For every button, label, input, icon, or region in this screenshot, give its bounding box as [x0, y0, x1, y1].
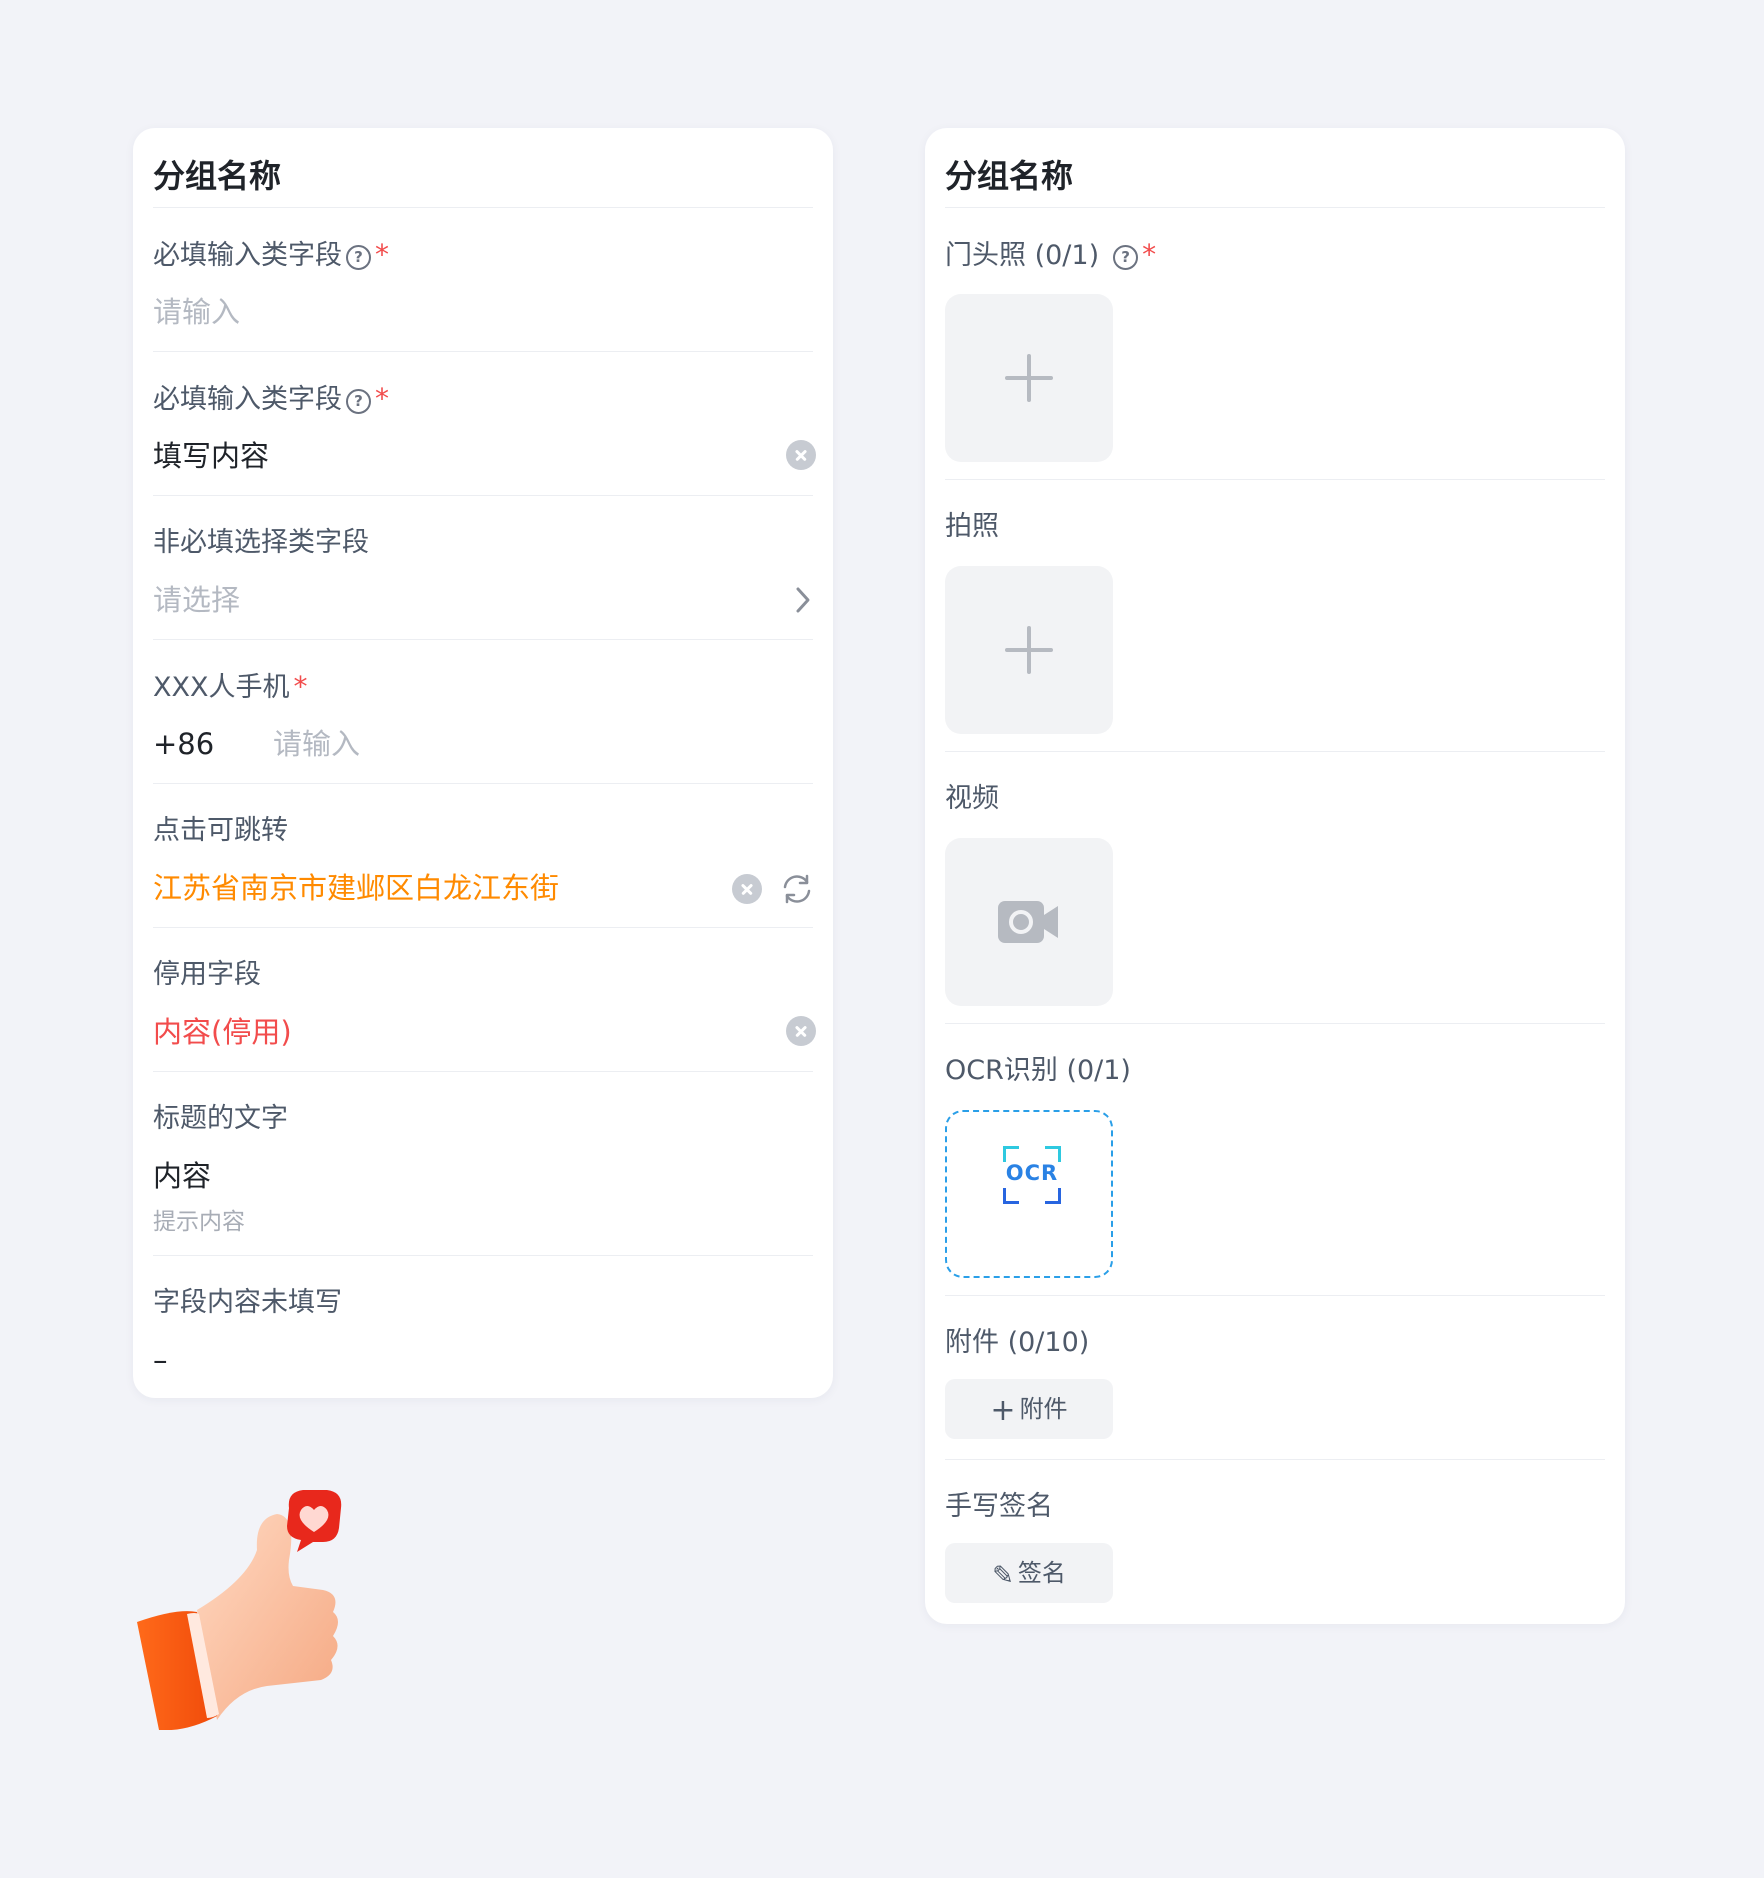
- field-label: 点击可跳转: [153, 815, 288, 846]
- disabled-value: 内容(停用): [153, 1015, 292, 1049]
- refresh-icon[interactable]: [780, 872, 814, 906]
- field-ocr: OCR识别 (0/1) OCR: [945, 1024, 1605, 1296]
- group-title: 分组名称: [153, 128, 813, 208]
- form-card-left: 分组名称 必填输入类字段? * 请输入 必填输入类字段? * 填写内容 非必填选择类…: [133, 128, 833, 1398]
- phone-input[interactable]: 请输入: [273, 726, 360, 762]
- address-link[interactable]: 江苏省南京市建邺区白龙江东街: [153, 870, 559, 906]
- add-attachment-button[interactable]: + 附件: [945, 1379, 1113, 1439]
- field-take-photo: 拍照: [945, 480, 1605, 752]
- hint-text: 提示内容: [153, 1209, 245, 1235]
- field-label: 视频: [945, 783, 999, 814]
- plus-icon: [1005, 626, 1053, 674]
- field-signature: 手写签名 ✎ 签名: [945, 1460, 1605, 1624]
- ocr-label: OCR: [1005, 1161, 1059, 1185]
- field-value: –: [153, 1343, 168, 1377]
- field-label: 门头照 (0/1): [945, 240, 1100, 271]
- pen-icon: ✎: [992, 1561, 1014, 1591]
- thumbs-up-illustration: [137, 1490, 342, 1730]
- heart-badge-icon: [287, 1490, 342, 1552]
- text-input[interactable]: 填写内容: [153, 438, 269, 474]
- field-label: 必填输入类字段: [153, 240, 342, 271]
- field-required-input-empty: 必填输入类字段? * 请输入: [153, 208, 813, 352]
- field-optional-select[interactable]: 非必填选择类字段 请选择: [153, 496, 813, 640]
- required-mark: *: [375, 238, 389, 271]
- help-icon[interactable]: ?: [1113, 245, 1139, 270]
- chevron-right-icon: [796, 587, 810, 613]
- plus-icon: [1005, 354, 1053, 402]
- field-empty-value: 字段内容未填写 –: [153, 1256, 813, 1400]
- clear-icon[interactable]: [786, 1016, 816, 1046]
- field-label: XXX人手机: [153, 672, 290, 703]
- field-label: 字段内容未填写: [153, 1287, 342, 1318]
- field-required-input-filled: 必填输入类字段? * 填写内容: [153, 352, 816, 496]
- image-upload-button[interactable]: [945, 294, 1113, 462]
- field-label: OCR识别 (0/1): [945, 1055, 1131, 1086]
- ocr-scan-icon: OCR: [1003, 1146, 1061, 1204]
- button-label: 签名: [1017, 1559, 1066, 1587]
- help-icon[interactable]: ?: [346, 389, 371, 414]
- photo-upload-button[interactable]: [945, 566, 1113, 734]
- help-icon[interactable]: ?: [346, 245, 371, 270]
- signature-button[interactable]: ✎ 签名: [945, 1543, 1113, 1603]
- field-storefront-photo: 门头照 (0/1)? *: [945, 208, 1605, 480]
- required-mark: *: [1142, 238, 1157, 271]
- required-mark: *: [375, 382, 389, 415]
- field-with-hint: 标题的文字 内容 提示内容: [153, 1072, 813, 1256]
- video-upload-button[interactable]: [945, 838, 1113, 1006]
- form-card-right: 分组名称 门头照 (0/1)? * 拍照 视频 OCR识别 (0/1) OCR …: [925, 128, 1625, 1624]
- button-label: 附件: [1019, 1395, 1068, 1423]
- field-label: 标题的文字: [153, 1103, 288, 1134]
- field-label: 必填输入类字段: [153, 384, 342, 415]
- country-code[interactable]: +86: [153, 726, 214, 762]
- video-camera-icon: [998, 901, 1058, 943]
- field-label: 附件 (0/10): [945, 1327, 1090, 1358]
- field-phone: XXX人手机 * +86 请输入: [153, 640, 813, 784]
- field-label: 手写签名: [945, 1491, 1053, 1522]
- field-video: 视频: [945, 752, 1605, 1024]
- field-value[interactable]: 内容: [153, 1158, 211, 1194]
- field-attachment: 附件 (0/10) + 附件: [945, 1296, 1605, 1460]
- field-link: 点击可跳转 江苏省南京市建邺区白龙江东街: [153, 784, 813, 928]
- plus-icon: +: [990, 1393, 1016, 1428]
- text-input[interactable]: 请输入: [153, 294, 813, 330]
- field-label: 非必填选择类字段: [153, 527, 369, 558]
- ocr-scan-button[interactable]: OCR: [945, 1110, 1113, 1278]
- select-input[interactable]: 请选择: [153, 582, 240, 618]
- clear-icon[interactable]: [732, 874, 762, 904]
- clear-icon[interactable]: [786, 440, 816, 470]
- field-disabled: 停用字段 内容(停用): [153, 928, 816, 1072]
- required-mark: *: [293, 670, 308, 703]
- field-label: 拍照: [945, 511, 999, 542]
- group-title: 分组名称: [945, 128, 1605, 208]
- field-label: 停用字段: [153, 959, 261, 990]
